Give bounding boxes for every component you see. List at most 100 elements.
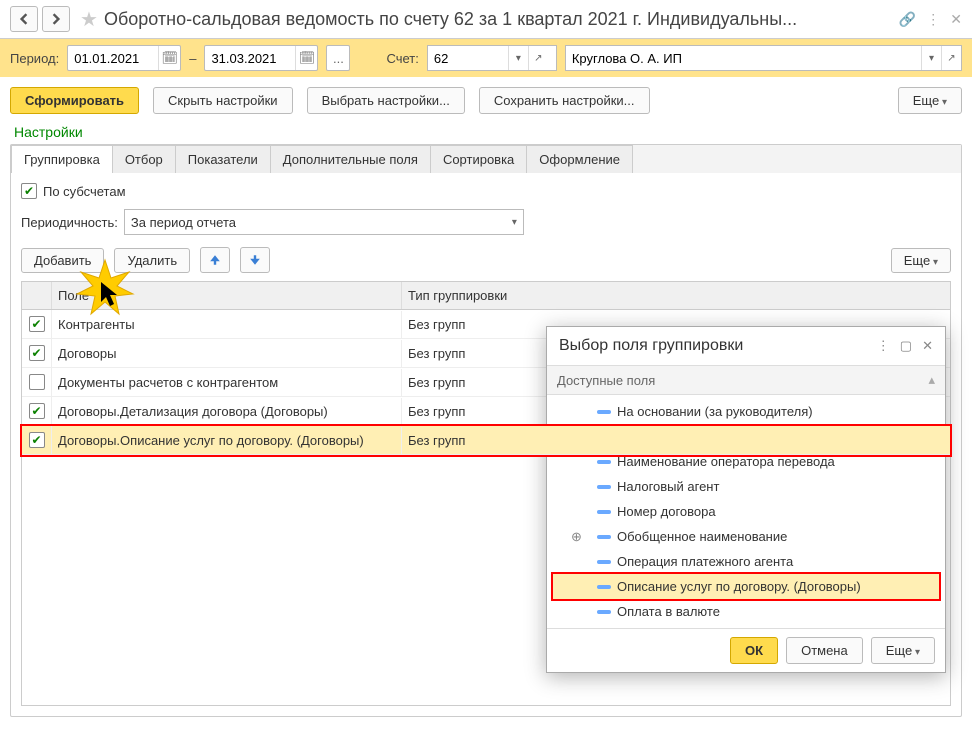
favorite-star-icon[interactable]: ★ bbox=[80, 7, 98, 32]
field-icon bbox=[597, 610, 611, 614]
tree-item-label: Оплата в валюте bbox=[617, 604, 720, 619]
delete-button[interactable]: Удалить bbox=[114, 248, 190, 273]
row-checkbox[interactable] bbox=[29, 403, 45, 419]
dropdown-icon[interactable]: ▾ bbox=[512, 217, 517, 228]
hide-settings-button[interactable]: Скрыть настройки bbox=[153, 87, 293, 114]
tree-item-label: Обобщенное наименование bbox=[617, 529, 787, 544]
tab-Сортировка[interactable]: Сортировка bbox=[430, 145, 527, 173]
field-icon bbox=[597, 410, 611, 414]
date-from-input[interactable]: 🗓 bbox=[67, 45, 181, 71]
row-checkbox[interactable] bbox=[29, 345, 45, 361]
open-icon[interactable]: ↗ bbox=[941, 46, 961, 70]
back-button[interactable] bbox=[10, 6, 38, 32]
row-field: Контрагенты bbox=[52, 311, 402, 338]
more-button[interactable]: Еще bbox=[898, 87, 962, 114]
move-down-button[interactable] bbox=[240, 247, 270, 273]
grid-row[interactable]: Договоры.Описание услуг по договору. (До… bbox=[22, 426, 950, 455]
date-to-input[interactable]: 🗓 bbox=[204, 45, 318, 71]
row-checkbox[interactable] bbox=[29, 316, 45, 332]
field-icon bbox=[597, 460, 611, 464]
period-dash: – bbox=[189, 51, 196, 66]
forward-button[interactable] bbox=[42, 6, 70, 32]
grid-toolbar: Добавить Удалить Еще bbox=[21, 247, 951, 273]
row-field: Договоры bbox=[52, 340, 402, 367]
choose-settings-button[interactable]: Выбрать настройки... bbox=[307, 87, 465, 114]
period-bar: Период: 🗓 – 🗓 ... Счет: ▾ ↗ ▾ ↗ bbox=[0, 39, 972, 77]
grid-head: Поле Тип группировки bbox=[22, 282, 950, 310]
save-settings-button[interactable]: Сохранить настройки... bbox=[479, 87, 650, 114]
tree-item-label: Описание услуг по договору. (Договоры) bbox=[617, 579, 861, 594]
tab-Оформление[interactable]: Оформление bbox=[526, 145, 633, 173]
dialog-close-icon[interactable]: ✕ bbox=[922, 338, 933, 354]
scroll-up-icon[interactable]: ▴ bbox=[928, 372, 935, 388]
tree-item[interactable]: Описание услуг по договору. (Договоры) bbox=[553, 574, 939, 599]
move-up-button[interactable] bbox=[200, 247, 230, 273]
dropdown-icon[interactable]: ▾ bbox=[921, 46, 941, 70]
dialog-more-button[interactable]: Еще bbox=[871, 637, 935, 664]
tree-item-label: Налоговый агент bbox=[617, 479, 719, 494]
field-icon bbox=[597, 585, 611, 589]
title-bar: ★ Оборотно-сальдовая ведомость по счету … bbox=[0, 0, 972, 39]
grid-head-type: Тип группировки bbox=[402, 282, 950, 309]
tree-item[interactable]: На основании (за руководителя) bbox=[547, 399, 945, 424]
date-to-field[interactable] bbox=[205, 51, 295, 66]
tab-Дополнительные поля[interactable]: Дополнительные поля bbox=[270, 145, 431, 173]
row-field: Договоры.Детализация договора (Договоры) bbox=[52, 398, 402, 425]
tabs: ГруппировкаОтборПоказателиДополнительные… bbox=[11, 145, 961, 173]
calendar-icon[interactable]: 🗓 bbox=[158, 46, 180, 70]
tab-Показатели[interactable]: Показатели bbox=[175, 145, 271, 173]
row-field: Документы расчетов с контрагентом bbox=[52, 369, 402, 396]
row-type: Без групп bbox=[402, 427, 950, 454]
row-field: Договоры.Описание услуг по договору. (До… bbox=[52, 427, 402, 454]
subaccounts-label: По субсчетам bbox=[43, 184, 126, 199]
org-input[interactable]: ▾ ↗ bbox=[565, 45, 962, 71]
open-icon[interactable]: ↗ bbox=[528, 46, 548, 70]
org-field[interactable] bbox=[566, 51, 921, 66]
dropdown-icon[interactable]: ▾ bbox=[508, 46, 528, 70]
period-picker-button[interactable]: ... bbox=[326, 45, 350, 71]
periodicity-label: Периодичность: bbox=[21, 215, 118, 230]
calendar-icon[interactable]: 🗓 bbox=[295, 46, 317, 70]
subaccounts-checkbox[interactable] bbox=[21, 183, 37, 199]
available-fields-label: Доступные поля bbox=[557, 373, 655, 388]
grid-head-field: Поле bbox=[52, 282, 402, 309]
form-button[interactable]: Сформировать bbox=[10, 87, 139, 114]
link-icon[interactable]: 🔗 bbox=[899, 11, 916, 28]
tab-Группировка[interactable]: Группировка bbox=[11, 145, 113, 173]
cancel-button[interactable]: Отмена bbox=[786, 637, 863, 664]
account-input[interactable]: ▾ ↗ bbox=[427, 45, 557, 71]
tree-item[interactable]: Операция платежного агента bbox=[547, 549, 945, 574]
tree-item[interactable]: Налоговый агент bbox=[547, 474, 945, 499]
field-icon bbox=[597, 485, 611, 489]
tab-Отбор[interactable]: Отбор bbox=[112, 145, 176, 173]
tree-item-label: Номер договора bbox=[617, 504, 716, 519]
dialog-maximize-icon[interactable]: ▢ bbox=[900, 338, 912, 354]
periodicity-select[interactable]: За период отчета ▾ bbox=[124, 209, 524, 235]
ok-button[interactable]: ОК bbox=[730, 637, 778, 664]
field-picker-dialog: Выбор поля группировки ⋮ ▢ ✕ Доступные п… bbox=[546, 326, 946, 673]
row-checkbox[interactable] bbox=[29, 432, 45, 448]
more-icon[interactable]: ⋮ bbox=[926, 11, 940, 28]
period-label: Период: bbox=[10, 51, 59, 66]
grid-more-button[interactable]: Еще bbox=[891, 248, 951, 273]
row-checkbox[interactable] bbox=[29, 374, 45, 390]
dialog-title: Выбор поля группировки bbox=[559, 337, 877, 355]
account-field[interactable] bbox=[428, 51, 508, 66]
periodicity-value: За период отчета bbox=[131, 215, 236, 230]
tree-item-label: Операция платежного агента bbox=[617, 554, 793, 569]
main-toolbar: Сформировать Скрыть настройки Выбрать на… bbox=[0, 77, 972, 124]
tree-item[interactable]: Номер договора bbox=[547, 499, 945, 524]
window-title: Оборотно-сальдовая ведомость по счету 62… bbox=[104, 9, 899, 30]
tree-item-label: На основании (за руководителя) bbox=[617, 404, 813, 419]
tree-item[interactable]: Обобщенное наименование bbox=[547, 524, 945, 549]
close-icon[interactable]: ✕ bbox=[950, 11, 962, 28]
field-icon bbox=[597, 535, 611, 539]
field-icon bbox=[597, 560, 611, 564]
add-button[interactable]: Добавить bbox=[21, 248, 104, 273]
date-from-field[interactable] bbox=[68, 51, 158, 66]
tree-item[interactable]: Оплата в валюте bbox=[547, 599, 945, 624]
account-label: Счет: bbox=[386, 51, 418, 66]
tree-item-label: Наименование оператора перевода bbox=[617, 454, 835, 469]
dialog-more-icon[interactable]: ⋮ bbox=[877, 338, 890, 354]
settings-title: Настройки bbox=[0, 124, 972, 144]
